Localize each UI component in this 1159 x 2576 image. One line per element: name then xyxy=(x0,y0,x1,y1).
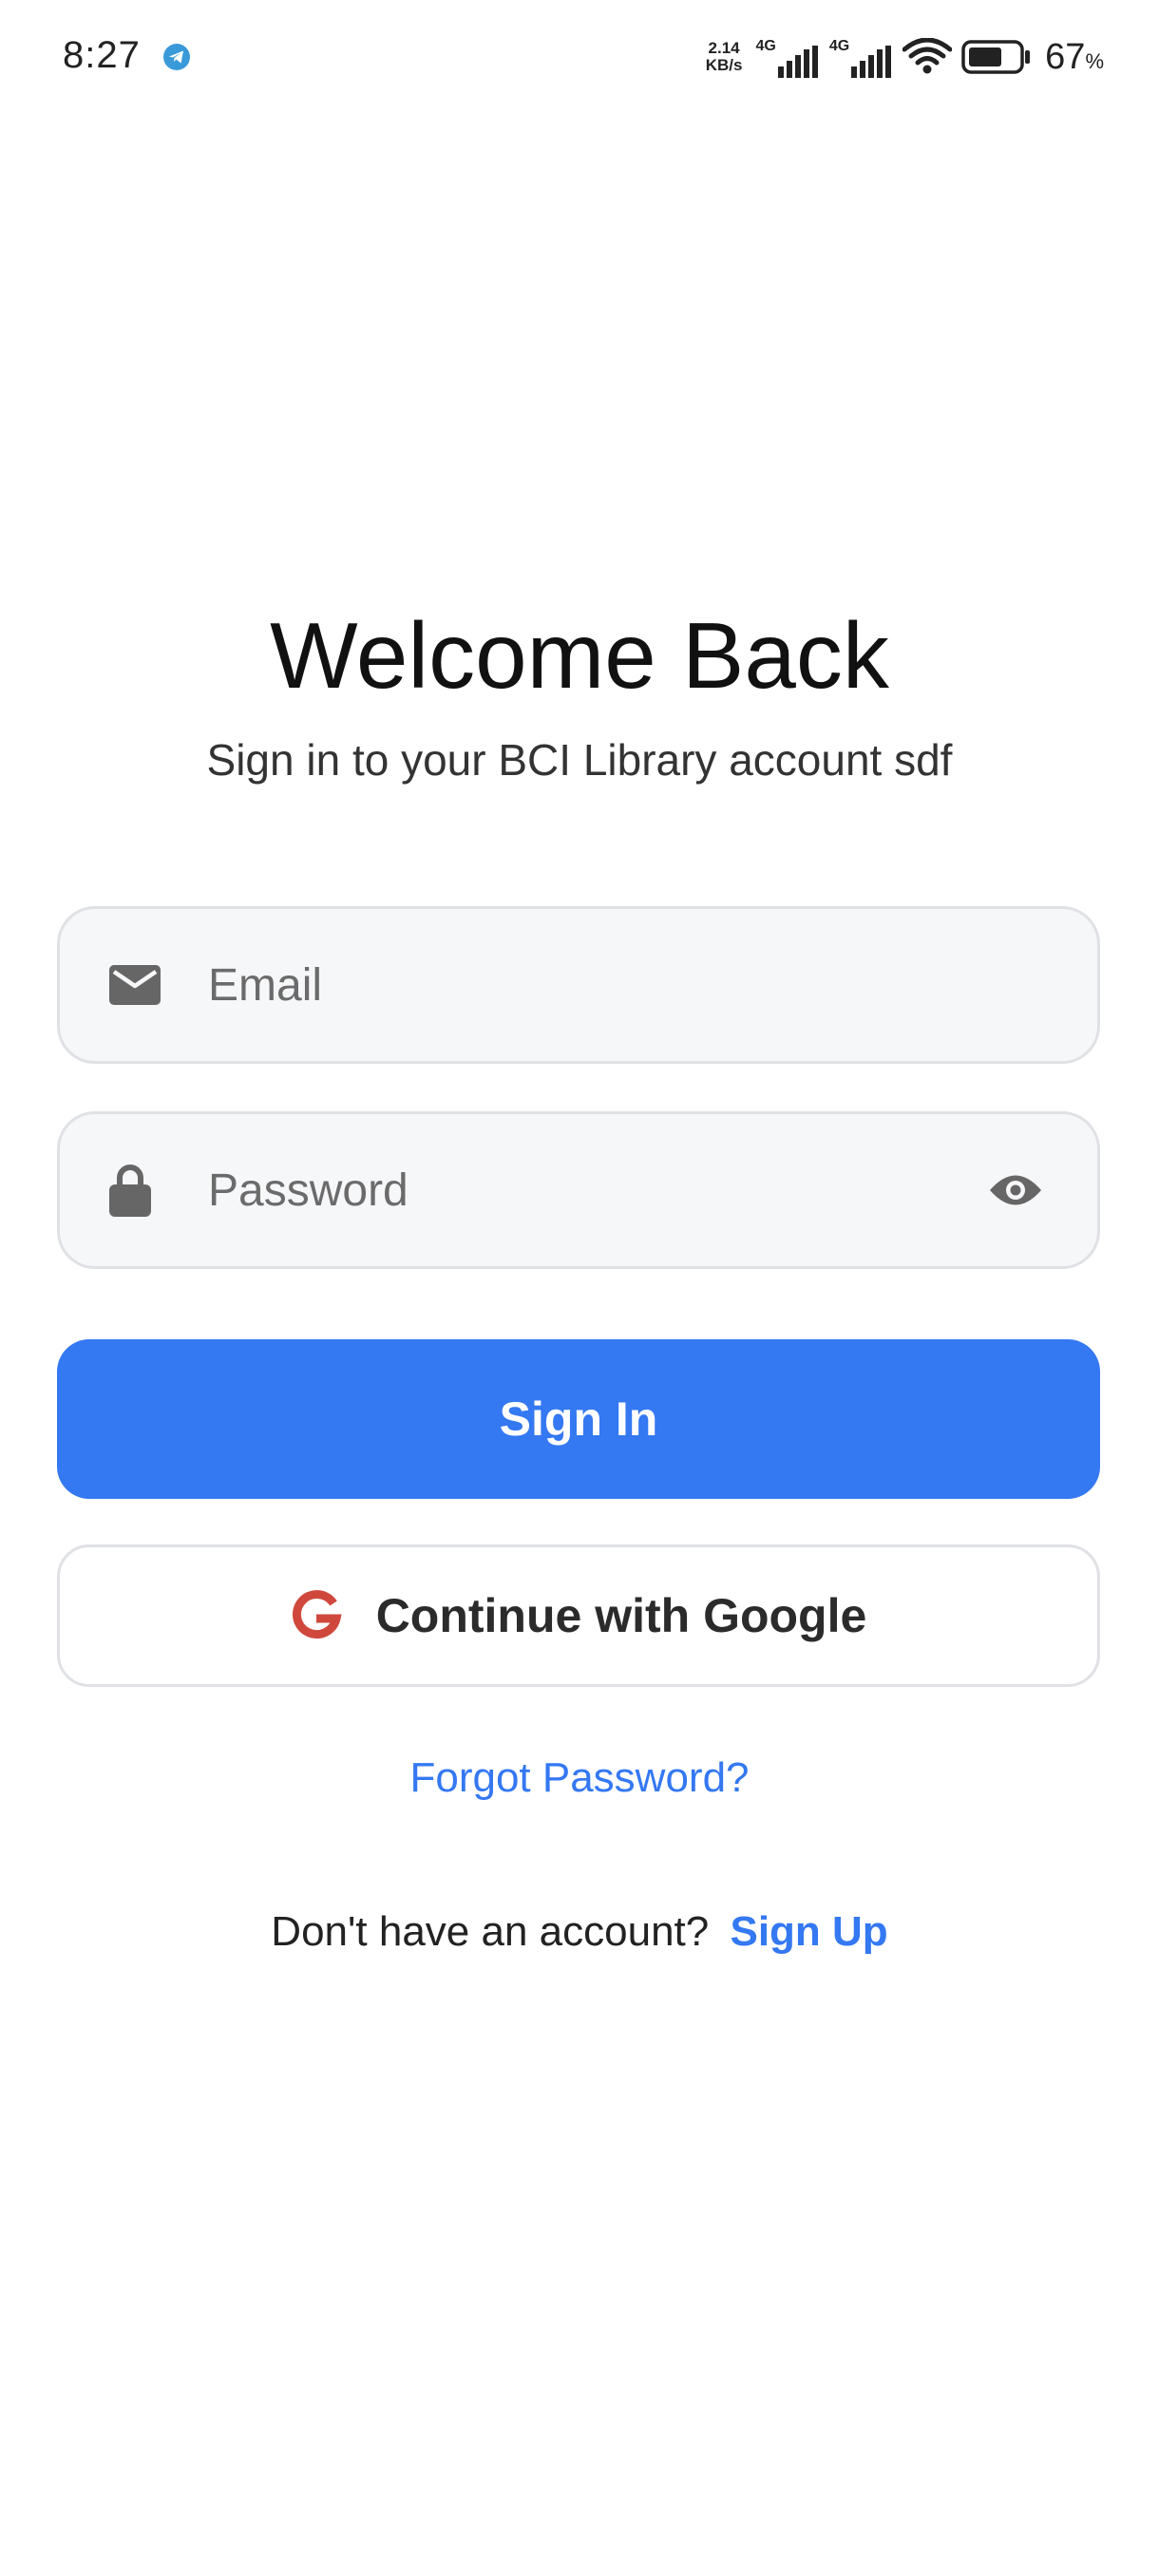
sim2-signal: 4G xyxy=(829,36,893,78)
signup-prompt-text: Don't have an account? xyxy=(271,1908,710,1955)
password-visibility-toggle[interactable] xyxy=(987,1162,1044,1219)
sim2-network-type: 4G xyxy=(828,38,850,54)
eye-icon xyxy=(990,1175,1041,1205)
sim1-signal: 4G xyxy=(755,36,819,78)
battery-fill xyxy=(969,47,1002,66)
password-input[interactable] xyxy=(208,1114,987,1266)
network-speed-unit: KB/s xyxy=(705,56,743,74)
signal-bars-icon xyxy=(777,46,818,78)
email-field[interactable] xyxy=(57,906,1100,1064)
password-field[interactable] xyxy=(57,1111,1100,1269)
google-sign-in-button[interactable]: Continue with Google xyxy=(57,1544,1100,1687)
network-speed-value: 2.14 xyxy=(708,39,740,57)
status-bar: 8:27 2.14 KB/s 4G 4G 67% xyxy=(0,0,1159,114)
network-speed: 2.14 KB/s xyxy=(706,40,743,74)
battery-percent-suffix: % xyxy=(1085,48,1104,73)
telegram-icon xyxy=(163,44,190,70)
status-time: 8:27 xyxy=(63,34,141,76)
google-button-label: Continue with Google xyxy=(375,1589,867,1642)
sign-in-button[interactable]: Sign In xyxy=(57,1339,1100,1499)
sign-up-link[interactable]: Sign Up xyxy=(730,1908,887,1955)
wifi-icon xyxy=(902,38,953,74)
battery-percent: 67% xyxy=(1045,37,1104,78)
battery-icon xyxy=(961,40,1031,74)
page-subtitle: Sign in to your BCI Library account sdf xyxy=(206,735,953,785)
lock-icon xyxy=(109,1165,151,1217)
page-title: Welcome Back xyxy=(270,603,889,708)
mail-icon xyxy=(109,965,161,1005)
signal-bars-icon xyxy=(851,46,892,78)
email-input[interactable] xyxy=(208,909,987,1061)
google-icon xyxy=(292,1590,342,1639)
forgot-password-link[interactable]: Forgot Password? xyxy=(0,1750,1159,1807)
status-indicators: 2.14 KB/s 4G 4G 67% xyxy=(706,32,1104,82)
battery-percent-value: 67 xyxy=(1045,36,1086,77)
signup-prompt-row: Don't have an account? Sign Up xyxy=(0,1904,1159,1960)
sim1-network-type: 4G xyxy=(755,38,776,54)
